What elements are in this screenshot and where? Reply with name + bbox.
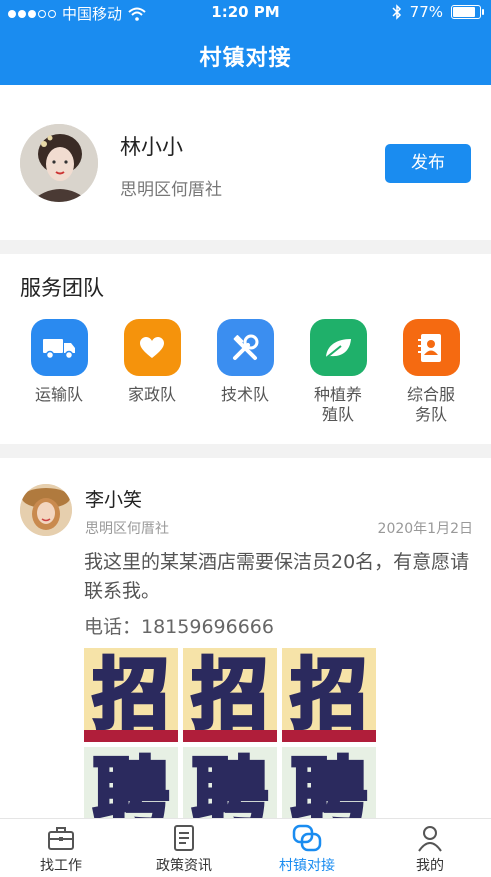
tab-label: 村镇对接 [279,858,335,874]
service-label: 家政队 [127,385,176,404]
post-location: 思明区何厝社 [85,521,169,537]
service-item-planting[interactable]: 种植养殖队 [298,319,378,425]
connect-icon [292,824,322,852]
heart-icon [123,319,181,376]
post-date: 2020年1月2日 [377,521,473,537]
post-image[interactable]: 聘 [84,747,178,818]
service-item-transport[interactable]: 运输队 [19,319,99,405]
service-item-housekeeping[interactable]: 家政队 [112,319,192,405]
tools-icon [216,319,274,376]
profile-card: 林小小 思明区何厝社 发布 [0,85,491,240]
post-phone: 电话：18159696666 [84,616,274,638]
tab-label: 我的 [416,858,444,874]
tab-label: 政策资讯 [156,858,212,874]
profile-name: 林小小 [120,135,183,159]
service-label: 种植养殖队 [313,385,362,424]
avatar[interactable] [20,484,72,536]
tab-find-job[interactable]: 找工作 [0,819,122,877]
post-content: 我这里的某某酒店需要保洁员20名，有意愿请联系我。 [84,551,470,602]
post-image[interactable]: 聘 [282,747,376,818]
document-icon [174,825,194,851]
profile-location: 思明区何厝社 [120,180,222,200]
battery-percent: 77% [409,3,443,21]
tab-mine[interactable]: 我的 [369,819,491,877]
section-title: 服务团队 [20,276,104,300]
tab-village-connect[interactable]: 村镇对接 [246,819,368,877]
briefcase-icon [48,827,74,850]
bottom-tab-bar: 找工作 政策资讯 村镇对接 我的 [0,818,491,877]
bluetooth-icon [392,4,401,20]
leaf-icon [309,319,367,376]
battery-icon [451,5,484,19]
service-item-general[interactable]: 综合服务队 [391,319,471,425]
post-image-grid: 招 招 招 聘 聘 聘 [84,648,376,818]
post-image[interactable]: 聘 [183,747,277,818]
service-label: 综合服务队 [406,385,455,424]
avatar[interactable] [20,124,98,202]
publish-button[interactable]: 发布 [385,144,471,183]
contact-card-icon [402,319,460,376]
status-right: 77% [392,3,484,21]
post-image[interactable]: 招 [282,648,376,742]
tab-policy-news[interactable]: 政策资讯 [123,819,245,877]
truck-icon [30,319,88,376]
tab-label: 找工作 [40,858,82,874]
service-label: 运输队 [34,385,83,404]
post-image[interactable]: 招 [84,648,178,742]
post-author: 李小笑 [85,489,143,511]
service-label: 技术队 [220,385,269,404]
status-bar: 中国移动 1:20 PM 77% [0,0,491,24]
service-team-section: 服务团队 运输队 家政队 技术队 种植养殖队 综合服务队 [0,254,491,444]
page-title: 村镇对接 [199,46,292,71]
post-image[interactable]: 招 [183,648,277,742]
top-header: 中国移动 1:20 PM 77% 村镇对接 [0,0,491,85]
service-item-technical[interactable]: 技术队 [205,319,285,405]
user-icon [418,826,442,852]
post-card[interactable]: 李小笑 思明区何厝社 2020年1月2日 我这里的某某酒店需要保洁员20名，有意… [0,458,491,818]
